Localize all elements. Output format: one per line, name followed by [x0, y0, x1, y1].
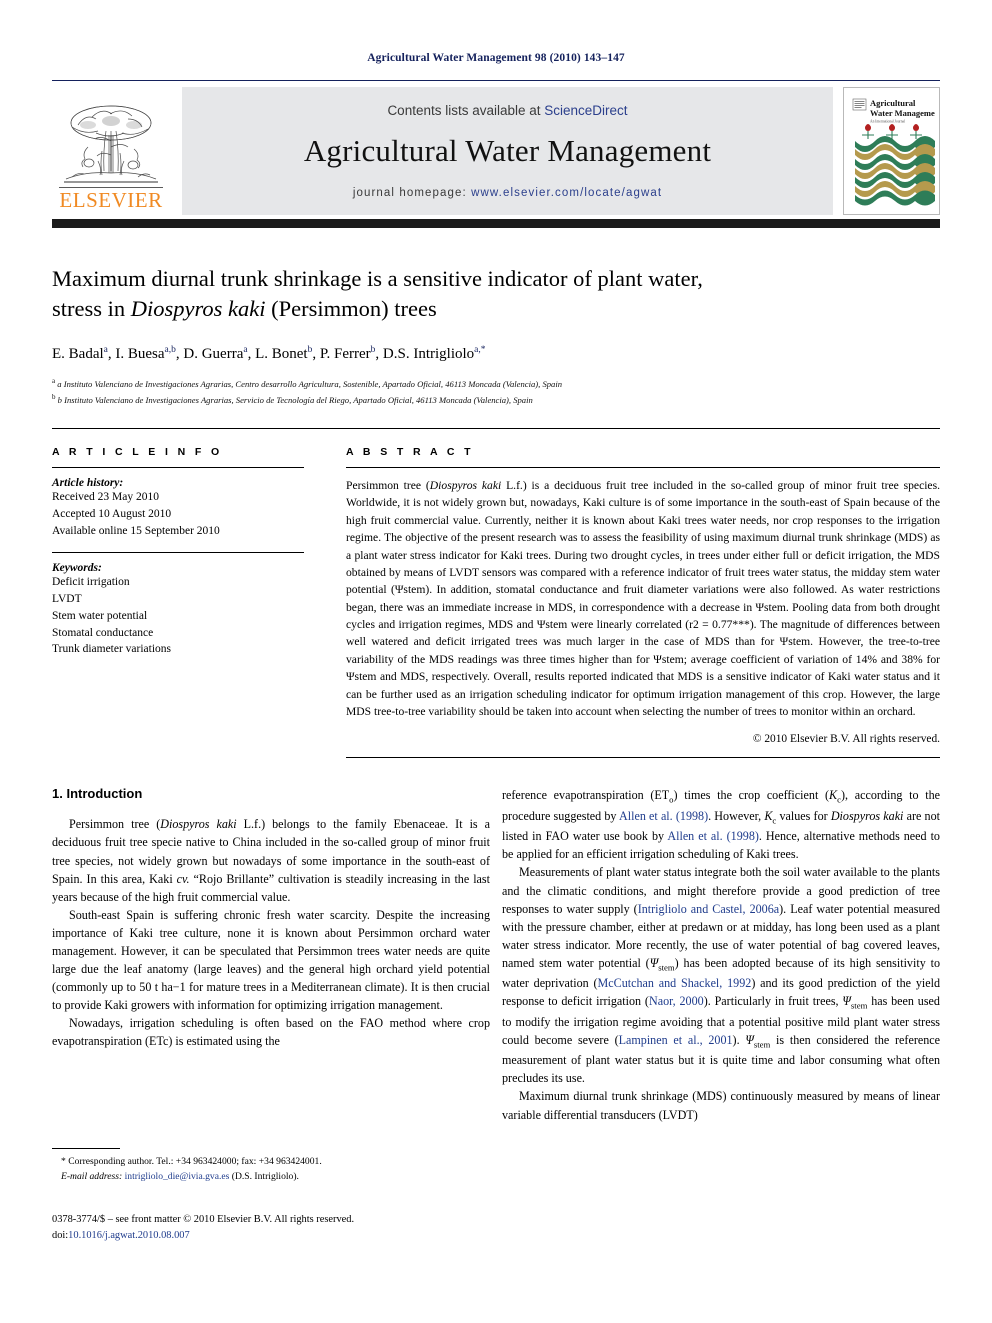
keyword-item: Trunk diameter variations: [52, 643, 172, 656]
header-divider: [52, 80, 940, 81]
contents-line: Contents lists available at ScienceDirec…: [387, 103, 627, 118]
paper-page: Agricultural Water Management 98 (2010) …: [0, 0, 992, 1323]
doi-label: doi:: [52, 1230, 69, 1242]
elsevier-tree-icon: [64, 105, 158, 183]
keyword-item: Stem water potential: [52, 609, 148, 622]
title-line-2-pre: stress in: [52, 295, 131, 321]
homepage-prefix: journal homepage:: [352, 187, 472, 199]
citation-link[interactable]: Allen et al. (1998): [667, 829, 759, 843]
article-info-rule: [52, 466, 304, 468]
email-note: E-mail address: intrigliolo_die@ivia.gva…: [52, 1170, 490, 1185]
svg-text:Agricultural: Agricultural: [870, 98, 916, 108]
keyword-item: LVDT: [52, 593, 82, 606]
intro-paragraph-4: reference evapotranspiration (ETo) times…: [502, 788, 940, 862]
abstract-part-1: Persimmon tree (: [346, 478, 430, 492]
keyword-item: Deficit irrigation: [52, 576, 130, 589]
doi-link[interactable]: 10.1016/j.agwat.2010.08.007: [68, 1230, 190, 1241]
running-head: Agricultural Water Management 98 (2010) …: [367, 52, 625, 64]
email-label: E-mail address:: [61, 1170, 123, 1182]
contents-prefix: Contents lists available at: [387, 103, 545, 118]
abstract-copyright: © 2010 Elsevier B.V. All rights reserved…: [752, 733, 940, 746]
intro-paragraph-3: Nowadays, irrigation scheduling is often…: [52, 1016, 490, 1049]
article-history-label: Article history:: [52, 476, 124, 489]
body-column-gap: [490, 786, 502, 1123]
affiliations: a a Instituto Valenciano de Investigacio…: [52, 376, 940, 408]
citation-link[interactable]: McCutchan and Shackel, 1992: [598, 976, 752, 990]
section-heading-introduction: 1. Introduction: [52, 786, 143, 802]
abstract-text: Persimmon tree (Diospyros kaki L.f.) is …: [346, 477, 940, 720]
imprint-block: 0378-3774/$ – see front matter © 2010 El…: [52, 1212, 512, 1244]
abstract-species-name: Diospyros kaki: [429, 478, 502, 492]
author-list: E. Badala, I. Buesaa,b, D. Guerraa, L. B…: [52, 345, 486, 363]
abstract-heading: A B S T R A C T: [346, 445, 474, 458]
svg-text:An International Journal: An International Journal: [870, 120, 905, 124]
abstract-column: A B S T R A C T Persimmon tree (Diospyro…: [346, 445, 940, 759]
intro-paragraph-5: Measurements of plant water status integ…: [502, 865, 941, 1086]
page-title: Maximum diurnal trunk shrinkage is a sen…: [52, 264, 940, 323]
elsevier-logo: ELSEVIER: [52, 87, 170, 215]
corresponding-author-note: * Corresponding author. Tel.: +34 963424…: [61, 1156, 322, 1167]
journal-homepage-line: journal homepage: www.elsevier.com/locat…: [353, 187, 662, 199]
imprint-line-1: 0378-3774/$ – see front matter © 2010 El…: [52, 1214, 355, 1225]
intro-paragraph-1: Persimmon tree (Diospyros kaki L.f.) bel…: [52, 815, 490, 905]
history-received: Received 23 May 2010: [52, 490, 159, 503]
abstract-rule: [346, 466, 940, 468]
journal-cover-art: Agricultural Water Management An Interna…: [848, 95, 935, 207]
body-column-left: 1. Introduction Persimmon tree (Diospyro…: [52, 786, 490, 1123]
keywords-rule: [52, 552, 304, 554]
body-columns: 1. Introduction Persimmon tree (Diospyro…: [52, 786, 940, 1123]
affiliation-a-text: a Instituto Valenciano de Investigacione…: [57, 379, 563, 390]
affiliation-a: a a Instituto Valenciano de Investigacio…: [52, 377, 563, 390]
history-online: Available online 15 September 2010: [52, 524, 220, 537]
intro-paragraph-6: Maximum diurnal trunk shrinkage (MDS) co…: [502, 1089, 940, 1122]
affiliation-b-text: b Instituto Valenciano de Investigacione…: [57, 395, 533, 406]
body-column-right: reference evapotranspiration (ETo) times…: [502, 786, 940, 1123]
svg-text:Water Management: Water Management: [870, 108, 935, 118]
journal-title: Agricultural Water Management: [303, 133, 712, 168]
email-link[interactable]: intrigliolo_die@ivia.gva.es: [125, 1171, 230, 1182]
intro-paragraph-2: South-east Spain is suffering chronic fr…: [52, 907, 490, 1013]
abstract-part-2: L.f.) is a deciduous fruit tree included…: [346, 478, 940, 719]
intro-p1-part1: Persimmon tree (: [69, 817, 161, 832]
citation-link[interactable]: Allen et al. (1998): [619, 809, 708, 823]
sciencedirect-link[interactable]: ScienceDirect: [544, 103, 627, 118]
intro-p1-cv: cv.: [176, 871, 190, 886]
footnote-block: * Corresponding author. Tel.: +34 963424…: [52, 1148, 490, 1184]
column-gap: [304, 446, 346, 758]
keywords-label: Keywords:: [52, 562, 102, 575]
journal-masthead: ELSEVIER Contents lists available at Sci…: [52, 87, 940, 215]
article-info-column: A R T I C L E I N F O Article history: R…: [52, 446, 304, 758]
abstract-bottom-rule: [346, 757, 940, 759]
homepage-url[interactable]: www.elsevier.com/locate/agwat: [471, 187, 662, 199]
history-accepted: Accepted 10 August 2010: [52, 507, 172, 520]
footnote-rule: [52, 1148, 120, 1149]
masthead-dark-bar: [52, 219, 940, 228]
keyword-item: Stomatal conductance: [52, 626, 154, 639]
citation-link[interactable]: Lampinen et al., 2001: [619, 1033, 733, 1047]
intro-p1-species: Diospyros kaki: [160, 817, 237, 832]
info-section-divider: [52, 427, 940, 429]
citation-link[interactable]: Naor, 2000: [649, 994, 704, 1008]
article-info-heading: A R T I C L E I N F O: [52, 445, 223, 458]
email-suffix: (D.S. Intrigliolo).: [229, 1170, 299, 1182]
elsevier-wordmark: ELSEVIER: [59, 186, 163, 212]
title-line-2-post: (Persimmon) trees: [265, 295, 437, 321]
citation-link[interactable]: Intrigliolo and Castel, 2006a: [638, 902, 779, 916]
title-species-name: Diospyros kaki: [130, 295, 266, 321]
imprint-doi-line: doi:10.1016/j.agwat.2010.08.007: [52, 1228, 512, 1244]
title-line-1: Maximum diurnal trunk shrinkage is a sen…: [52, 266, 703, 291]
info-abstract-region: A R T I C L E I N F O Article history: R…: [52, 445, 940, 759]
affiliation-b: b b Instituto Valenciano de Investigacio…: [52, 393, 533, 406]
journal-cover-thumbnail: Agricultural Water Management An Interna…: [843, 87, 940, 215]
journal-banner: Contents lists available at ScienceDirec…: [182, 87, 833, 215]
